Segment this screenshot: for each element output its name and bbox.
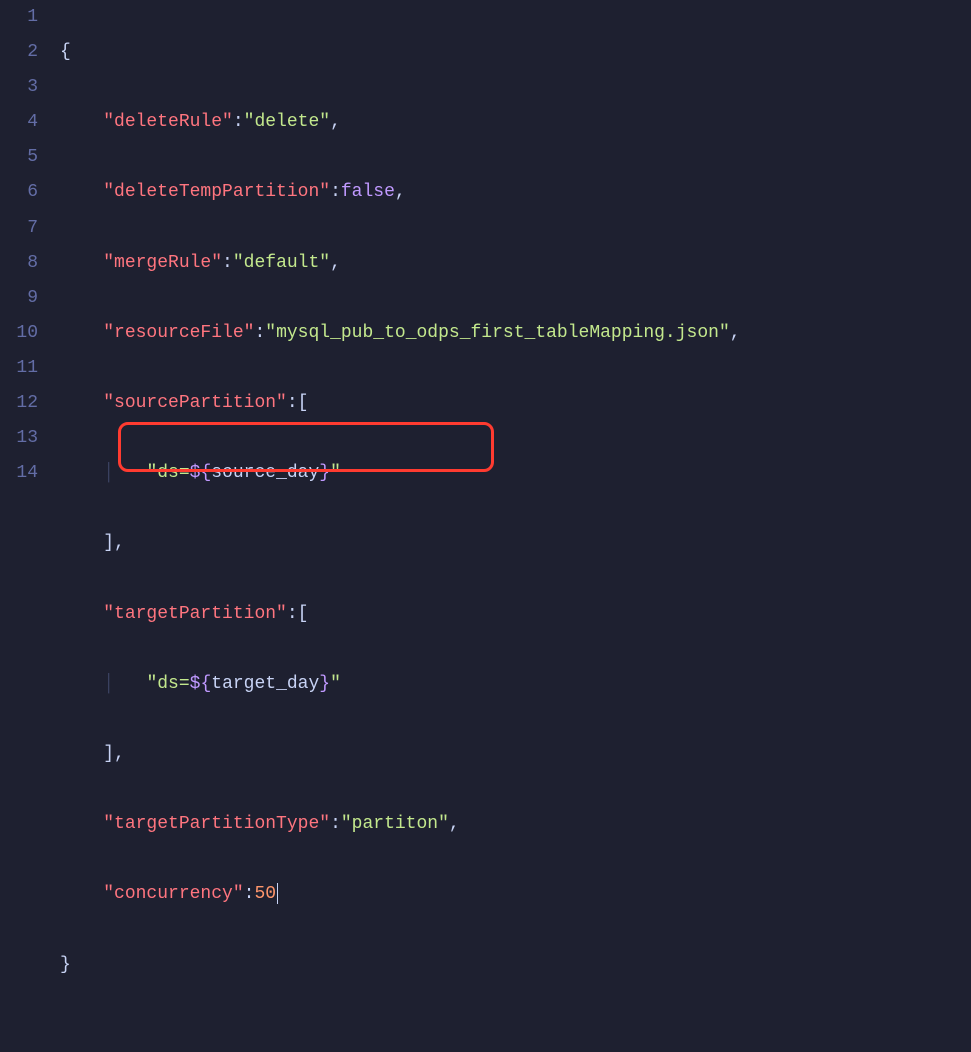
code-line[interactable]: "mergeRule":"default", (60, 246, 971, 281)
indent (60, 463, 103, 483)
code-editor[interactable]: 1 2 3 4 5 6 7 8 9 10 11 12 13 14 { "dele… (0, 0, 971, 526)
code-area[interactable]: { "deleteRule":"delete", "deleteTempPart… (56, 0, 971, 526)
indent (60, 604, 103, 624)
code-line[interactable]: "targetPartition":[ (60, 597, 971, 632)
colon-token: : (330, 182, 341, 202)
json-key: "mergeRule" (103, 253, 222, 273)
interp-open: ${ (190, 463, 212, 483)
line-number: 2 (0, 35, 38, 70)
json-string: "default" (233, 253, 330, 273)
open-brace-token: { (60, 42, 71, 62)
code-line[interactable]: "sourcePartition":[ (60, 386, 971, 421)
code-line[interactable]: } (60, 948, 971, 983)
json-key: "resourceFile" (103, 323, 254, 343)
indent (60, 814, 103, 834)
text-cursor (277, 883, 278, 905)
line-number: 1 (0, 0, 38, 35)
json-string: "partiton" (341, 814, 449, 834)
indent (60, 253, 103, 273)
line-number: 7 (0, 211, 38, 246)
indent (60, 674, 103, 694)
code-line[interactable]: ], (60, 526, 971, 561)
interp-var: target_day (211, 674, 319, 694)
line-number: 5 (0, 140, 38, 175)
indent (60, 112, 103, 132)
json-string: "delete" (244, 112, 330, 132)
json-string-end: " (330, 463, 341, 483)
indent (60, 393, 103, 413)
code-line[interactable]: "concurrency":50 (60, 877, 971, 912)
colon-token: : (287, 393, 298, 413)
json-key: "targetPartitionType" (103, 814, 330, 834)
indent-guide: │ (103, 463, 146, 483)
colon-token: : (233, 112, 244, 132)
comma-token: , (114, 533, 125, 553)
colon-token: : (330, 814, 341, 834)
colon-token: : (287, 604, 298, 624)
line-number: 3 (0, 70, 38, 105)
indent (60, 323, 103, 343)
line-number: 6 (0, 175, 38, 210)
json-string: "ds= (146, 463, 189, 483)
code-line[interactable]: │ "ds=${target_day}" (60, 667, 971, 702)
line-number: 8 (0, 246, 38, 281)
code-line[interactable]: ], (60, 737, 971, 772)
json-key: "sourcePartition" (103, 393, 287, 413)
json-number: 50 (254, 884, 276, 904)
interp-close: } (319, 463, 330, 483)
open-bracket-token: [ (298, 604, 309, 624)
json-key: "concurrency" (103, 884, 243, 904)
code-line[interactable]: "deleteTempPartition":false, (60, 175, 971, 210)
interp-var: source_day (211, 463, 319, 483)
code-line[interactable]: │ "ds=${source_day}" (60, 456, 971, 491)
close-brace-token: } (60, 955, 71, 975)
line-number: 13 (0, 421, 38, 456)
comma-token: , (730, 323, 741, 343)
colon-token: : (222, 253, 233, 273)
code-line[interactable]: "deleteRule":"delete", (60, 105, 971, 140)
line-number: 14 (0, 456, 38, 491)
indent (60, 533, 103, 553)
comma-token: , (395, 182, 406, 202)
line-number: 9 (0, 281, 38, 316)
indent (60, 884, 103, 904)
indent (60, 182, 103, 202)
indent-guide: │ (103, 674, 146, 694)
close-bracket-token: ] (103, 744, 114, 764)
json-string: "ds= (146, 674, 189, 694)
json-key: "deleteTempPartition" (103, 182, 330, 202)
json-key: "deleteRule" (103, 112, 233, 132)
interp-open: ${ (190, 674, 212, 694)
line-number: 11 (0, 351, 38, 386)
indent (60, 744, 103, 764)
code-line[interactable]: "resourceFile":"mysql_pub_to_odps_first_… (60, 316, 971, 351)
line-number: 4 (0, 105, 38, 140)
comma-token: , (114, 744, 125, 764)
comma-token: , (330, 112, 341, 132)
open-bracket-token: [ (298, 393, 309, 413)
colon-token: : (244, 884, 255, 904)
comma-token: , (449, 814, 460, 834)
colon-token: : (254, 323, 265, 343)
json-string: "mysql_pub_to_odps_first_tableMapping.js… (265, 323, 729, 343)
json-key: "targetPartition" (103, 604, 287, 624)
code-line[interactable]: "targetPartitionType":"partiton", (60, 807, 971, 842)
line-number: 10 (0, 316, 38, 351)
json-boolean: false (341, 182, 395, 202)
close-bracket-token: ] (103, 533, 114, 553)
json-string-end: " (330, 674, 341, 694)
line-number-gutter: 1 2 3 4 5 6 7 8 9 10 11 12 13 14 (0, 0, 56, 526)
comma-token: , (330, 253, 341, 273)
line-number: 12 (0, 386, 38, 421)
interp-close: } (319, 674, 330, 694)
code-line[interactable]: { (60, 35, 971, 70)
